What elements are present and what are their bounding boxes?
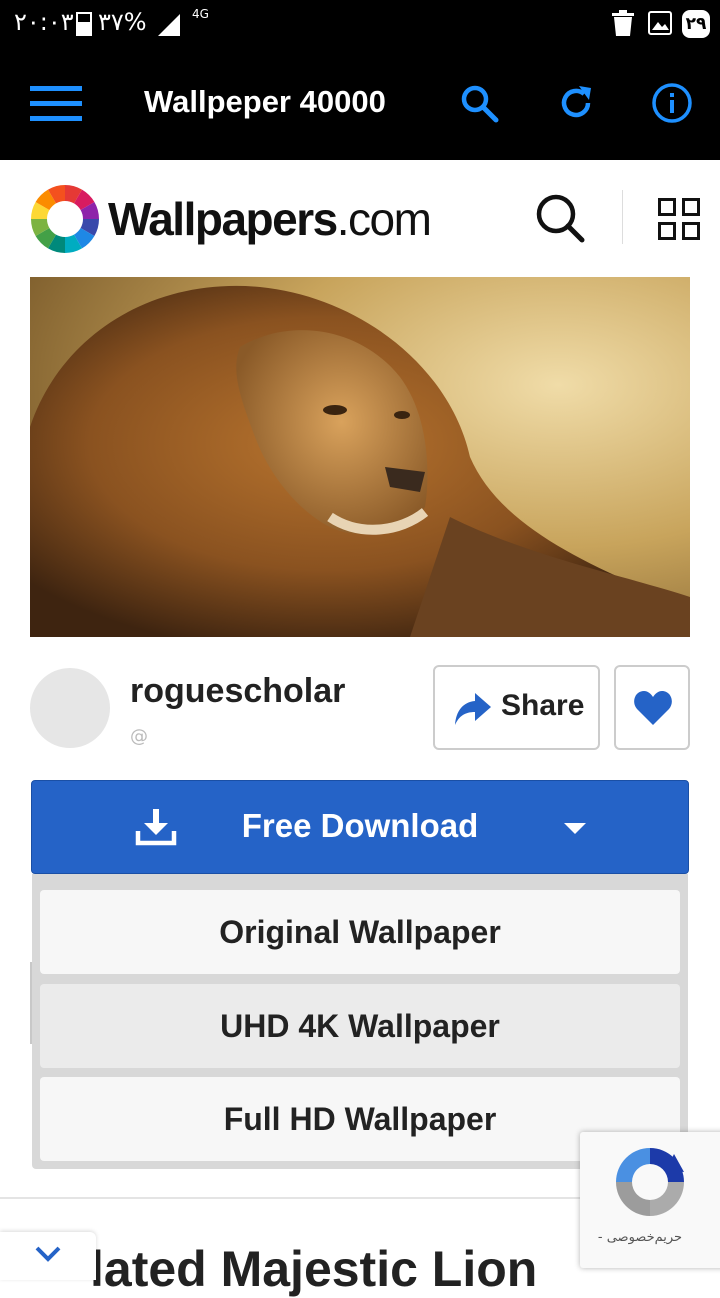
lion-image <box>30 277 690 637</box>
battery-icon <box>76 12 92 36</box>
logo-icon[interactable] <box>30 184 100 254</box>
scroll-toggle-button[interactable] <box>0 1232 96 1280</box>
date-badge: ۲۹ <box>682 10 710 38</box>
favorite-button[interactable] <box>614 665 690 750</box>
free-download-button[interactable]: Free Download <box>31 780 689 874</box>
recaptcha-badge[interactable]: حریم‌خصوصی - <box>580 1132 720 1268</box>
signal-icon <box>158 14 180 36</box>
refresh-icon[interactable] <box>555 82 597 124</box>
site-search-icon[interactable] <box>532 190 588 246</box>
site-header: Wallpapers.com <box>0 160 720 276</box>
trash-icon <box>612 10 634 36</box>
heart-icon <box>634 691 672 725</box>
menu-icon[interactable] <box>30 86 82 122</box>
recaptcha-icon <box>616 1148 684 1216</box>
network-type: 4G <box>192 7 209 21</box>
download-option-original[interactable]: Original Wallpaper <box>40 890 680 974</box>
chevron-down-icon <box>35 1246 61 1262</box>
status-time: ۲۰:۰۳ <box>14 8 74 36</box>
chevron-down-icon <box>564 823 586 834</box>
grid-icon[interactable] <box>658 198 700 240</box>
header-divider <box>622 190 623 244</box>
gallery-icon <box>648 11 672 35</box>
download-label: Free Download <box>241 807 479 844</box>
share-button[interactable]: Share <box>433 665 600 750</box>
recaptcha-privacy-link[interactable]: حریم‌خصوصی - <box>580 1230 700 1245</box>
wallpaper-preview[interactable] <box>30 277 690 637</box>
related-heading: lated Majestic Lion <box>90 1241 538 1297</box>
battery-percent: ۳۷% <box>98 8 147 36</box>
share-label: Share <box>501 689 585 722</box>
status-bar: ۲۰:۰۳ ۳۷% 4G ۲۹ <box>0 0 720 48</box>
app-title: Wallpeper 40000 <box>144 84 386 119</box>
download-option-uhd-4k[interactable]: UHD 4K Wallpaper <box>40 984 680 1068</box>
app-bar: Wallpeper 40000 <box>0 48 720 160</box>
author-name[interactable]: roguescholar <box>130 672 345 711</box>
info-icon[interactable] <box>651 82 693 124</box>
download-menu: Original Wallpaper UHD 4K Wallpaper Full… <box>32 874 688 1169</box>
author-handle: @ <box>130 726 148 747</box>
search-icon[interactable] <box>458 82 500 124</box>
site-logo[interactable]: Wallpapers.com <box>108 192 432 246</box>
author-avatar[interactable] <box>30 668 110 748</box>
share-icon <box>455 693 491 725</box>
